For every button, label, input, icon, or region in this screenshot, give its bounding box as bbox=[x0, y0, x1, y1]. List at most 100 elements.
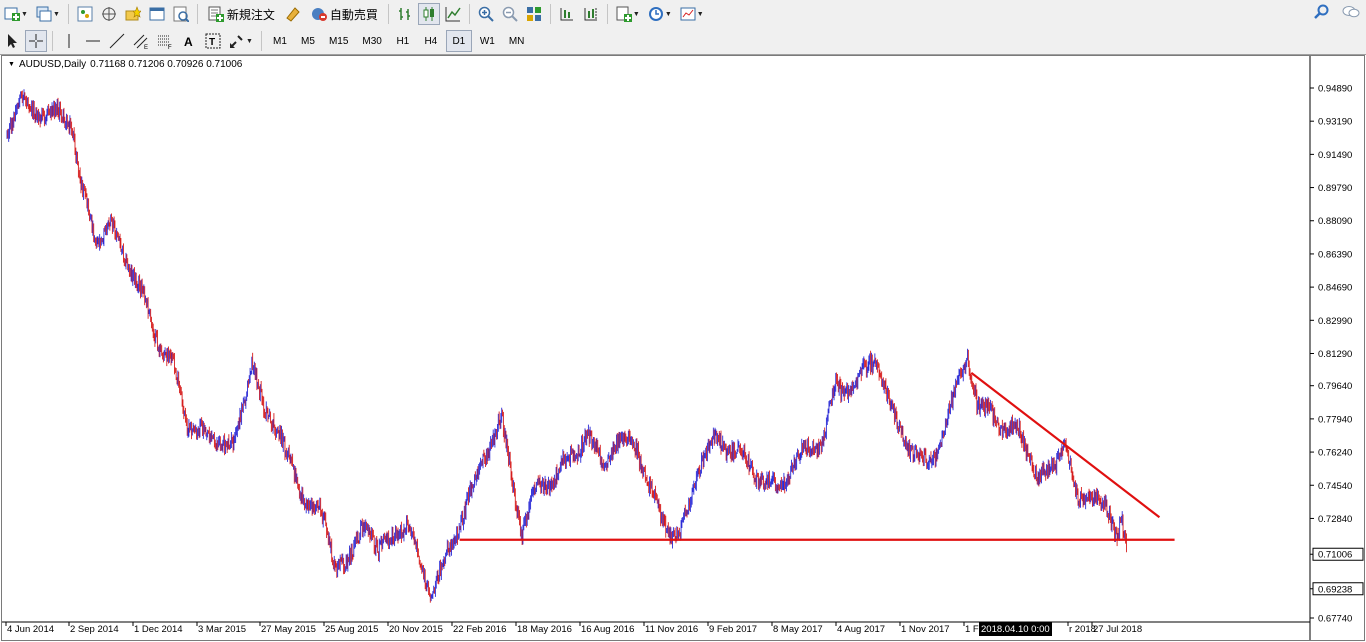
chart-shift-icon bbox=[559, 6, 575, 22]
toolbar-separator bbox=[549, 4, 551, 24]
timeframe-m30-button[interactable]: M30 bbox=[356, 30, 387, 52]
date-label: 27 May 2015 bbox=[261, 624, 316, 635]
clock-icon bbox=[648, 6, 664, 22]
timeframe-w1-button[interactable]: W1 bbox=[474, 30, 501, 52]
crosshair-nav-icon bbox=[101, 6, 117, 22]
tile-windows-button[interactable] bbox=[523, 3, 545, 25]
timeframe-h1-button[interactable]: H1 bbox=[390, 30, 416, 52]
svg-text:F: F bbox=[168, 45, 172, 49]
bar-chart-icon bbox=[397, 6, 413, 22]
new-order-icon bbox=[208, 6, 224, 22]
svg-text:E: E bbox=[144, 45, 148, 49]
date-label: 18 May 2016 bbox=[517, 624, 572, 635]
auto-trade-button[interactable]: 自動売買 bbox=[306, 3, 383, 25]
tile-windows-icon bbox=[526, 6, 542, 22]
bar-chart-button[interactable] bbox=[394, 3, 416, 25]
data-window-button[interactable] bbox=[146, 3, 168, 25]
strategy-tester-button[interactable] bbox=[170, 3, 192, 25]
new-order-button[interactable]: 新規注文 bbox=[203, 3, 280, 25]
timeframe-m1-button[interactable]: M1 bbox=[267, 30, 293, 52]
periods-button[interactable]: ▼ bbox=[645, 3, 675, 25]
crosshair-tool-button[interactable] bbox=[25, 30, 47, 52]
profiles-button[interactable]: ▼ bbox=[33, 3, 63, 25]
market-watch-icon bbox=[77, 6, 93, 22]
date-label: 9 Feb 2017 bbox=[709, 624, 757, 635]
vertical-line-icon bbox=[61, 33, 77, 49]
date-label: 16 Aug 2016 bbox=[581, 624, 634, 635]
resistance-trendline[interactable] bbox=[970, 371, 1161, 519]
timeframe-h4-button[interactable]: H4 bbox=[418, 30, 444, 52]
price-label: 0.94890 bbox=[1318, 84, 1352, 95]
candlestick-icon bbox=[421, 6, 437, 22]
main-toolbar: ▼ ▼ 新規注文 自動売買 ▼ ▼ ▼ bbox=[0, 0, 1366, 29]
zoom-in-button[interactable] bbox=[475, 3, 497, 25]
meta-editor-button[interactable] bbox=[282, 3, 304, 25]
cursor-tool-button[interactable] bbox=[1, 30, 23, 52]
chevron-down-icon[interactable]: ▼ bbox=[53, 11, 60, 18]
tester-icon bbox=[173, 6, 190, 23]
date-label: 27 Jul 2018 bbox=[1093, 624, 1142, 635]
chevron-down-icon[interactable]: ▼ bbox=[21, 11, 28, 18]
price-label: 0.91490 bbox=[1318, 150, 1352, 161]
date-label: 2 Sep 2014 bbox=[70, 624, 119, 635]
date-label: 3 Mar 2015 bbox=[198, 624, 246, 635]
indicators-button[interactable]: ▼ bbox=[613, 3, 643, 25]
search-icon[interactable] bbox=[1314, 4, 1330, 20]
price-label: 0.71006 bbox=[1318, 550, 1352, 561]
chevron-down-icon[interactable]: ▼ bbox=[697, 11, 704, 18]
date-label: 4 Aug 2017 bbox=[837, 624, 885, 635]
auto-trade-icon bbox=[311, 6, 327, 22]
zoom-out-button[interactable] bbox=[499, 3, 521, 25]
chat-icon[interactable] bbox=[1342, 4, 1360, 20]
toolbar-separator bbox=[260, 31, 262, 51]
horizontal-line-button[interactable] bbox=[82, 30, 104, 52]
price-label: 0.79640 bbox=[1318, 381, 1352, 392]
window-icon bbox=[149, 6, 165, 22]
zoom-in-icon bbox=[478, 6, 494, 22]
favorites-button[interactable] bbox=[122, 3, 144, 25]
date-label: 20 Nov 2015 bbox=[389, 624, 443, 635]
chevron-down-icon[interactable]: ▼ bbox=[246, 38, 253, 45]
auto-scroll-button[interactable] bbox=[580, 3, 602, 25]
text-tool-button[interactable]: A bbox=[178, 30, 200, 52]
price-label: 0.93190 bbox=[1318, 117, 1352, 128]
line-chart-button[interactable] bbox=[442, 3, 464, 25]
templates-button[interactable]: ▼ bbox=[677, 3, 707, 25]
crosshair-date-label: 2018.04.10 0:00 bbox=[981, 624, 1050, 635]
toolbar-separator bbox=[606, 4, 608, 24]
equidistant-channel-button[interactable]: E bbox=[130, 30, 152, 52]
timeframe-m15-button[interactable]: M15 bbox=[323, 30, 354, 52]
crosshair-nav-button[interactable] bbox=[98, 3, 120, 25]
timeframe-mn-button[interactable]: MN bbox=[503, 30, 531, 52]
price-label: 0.84690 bbox=[1318, 283, 1352, 294]
fibonacci-button[interactable]: F bbox=[154, 30, 176, 52]
new-chart-button[interactable]: ▼ bbox=[1, 3, 31, 25]
price-label: 0.74540 bbox=[1318, 481, 1352, 492]
indicators-icon bbox=[616, 6, 632, 22]
candlestick-button[interactable] bbox=[417, 3, 440, 25]
price-label: 0.86390 bbox=[1318, 249, 1352, 260]
price-label: 0.72840 bbox=[1318, 514, 1352, 525]
price-chart[interactable]: 0.94890 0.93190 0.91490 0.89790 0.88090 0.863… bbox=[2, 56, 1364, 640]
timeframe-d1-button[interactable]: D1 bbox=[445, 30, 472, 52]
timeframe-m5-button[interactable]: M5 bbox=[295, 30, 321, 52]
auto-scroll-icon bbox=[583, 6, 599, 22]
drawing-toolbar: E F A T ▼ M1 M5 M15 M30 H1 H4 D1 W1 MN bbox=[0, 28, 1366, 55]
arrows-icon bbox=[229, 33, 245, 49]
market-watch-button[interactable] bbox=[74, 3, 96, 25]
chevron-down-icon[interactable]: ▼ bbox=[633, 11, 640, 18]
svg-text:A: A bbox=[184, 35, 193, 49]
chart-shift-button[interactable] bbox=[556, 3, 578, 25]
chart-window[interactable]: ▼ AUDUSD,Daily 0.71168 0.71206 0.70926 0… bbox=[1, 55, 1365, 641]
crosshair-icon bbox=[28, 33, 44, 49]
date-label: 1 Dec 2014 bbox=[134, 624, 183, 635]
price-label: 0.89790 bbox=[1318, 183, 1352, 194]
vertical-line-button[interactable] bbox=[58, 30, 80, 52]
date-label: 8 May 2017 bbox=[773, 624, 823, 635]
arrows-button[interactable]: ▼ bbox=[226, 30, 256, 52]
trendline-button[interactable] bbox=[106, 30, 128, 52]
candles-group bbox=[6, 89, 1127, 603]
toolbar-separator bbox=[468, 4, 470, 24]
chevron-down-icon[interactable]: ▼ bbox=[665, 11, 672, 18]
text-label-button[interactable]: T bbox=[202, 30, 224, 52]
